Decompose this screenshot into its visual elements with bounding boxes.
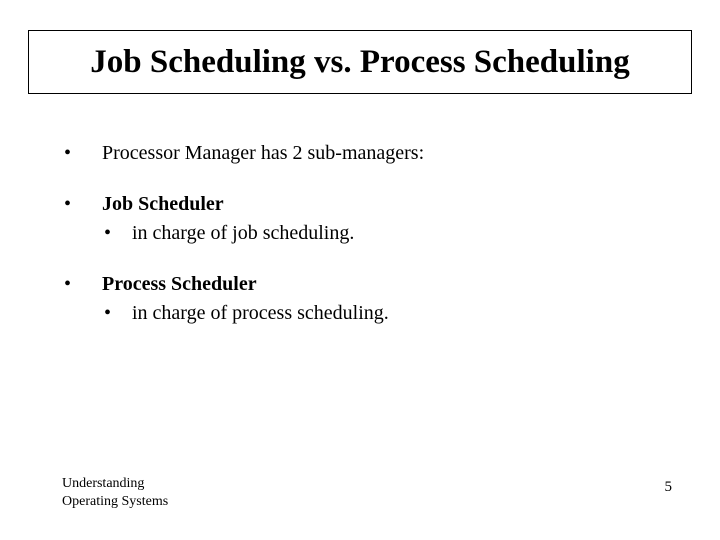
sub-bullet-item: in charge of job scheduling. xyxy=(102,220,662,247)
bullet-header: Process Scheduler xyxy=(102,273,257,295)
bullet-header: Job Scheduler xyxy=(102,193,224,215)
page-number: 5 xyxy=(665,479,673,496)
slide-title: Job Scheduling vs. Process Scheduling xyxy=(90,44,629,81)
footer-source: Understanding Operating Systems xyxy=(62,475,168,510)
sub-bullet-item: in charge of process scheduling. xyxy=(102,300,662,327)
sub-bullet-text: in charge of process scheduling. xyxy=(132,302,389,324)
bullet-item: Processor Manager has 2 sub-managers: xyxy=(62,140,662,167)
sub-bullet-list: in charge of job scheduling. xyxy=(102,220,662,247)
slide-title-box: Job Scheduling vs. Process Scheduling xyxy=(28,30,692,94)
sub-bullet-list: in charge of process scheduling. xyxy=(102,300,662,327)
footer-line: Understanding xyxy=(62,475,168,493)
main-bullet-list: Processor Manager has 2 sub-managers: Jo… xyxy=(62,140,662,327)
sub-bullet-text: in charge of job scheduling. xyxy=(132,222,354,244)
bullet-item: Process Scheduler in charge of process s… xyxy=(62,271,662,327)
bullet-item: Job Scheduler in charge of job schedulin… xyxy=(62,191,662,247)
slide-content: Processor Manager has 2 sub-managers: Jo… xyxy=(62,140,662,351)
bullet-text: Processor Manager has 2 sub-managers: xyxy=(102,142,424,164)
footer-line: Operating Systems xyxy=(62,493,168,511)
